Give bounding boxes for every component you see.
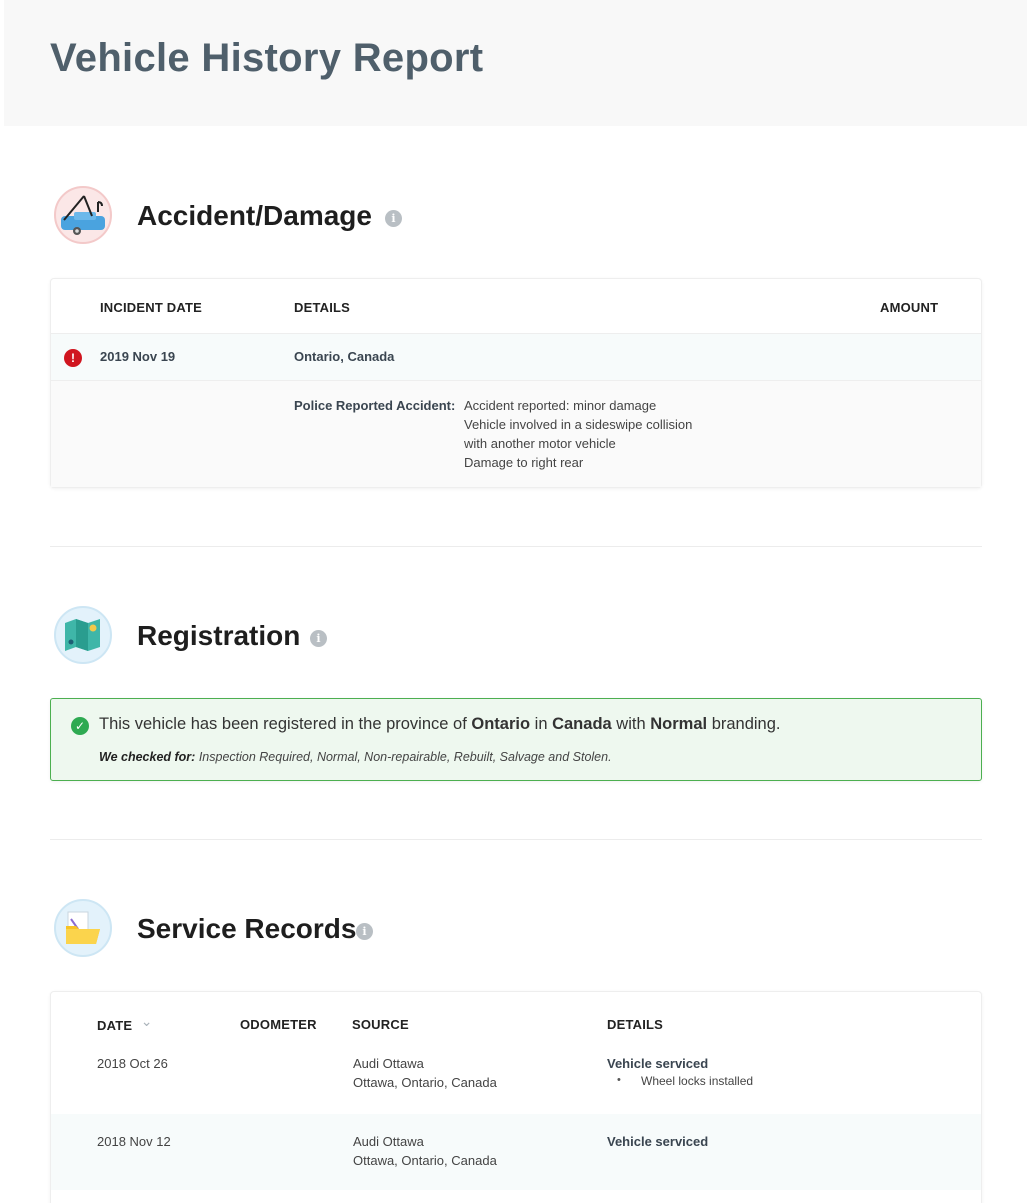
column-header-incident-date: INCIDENT DATE — [100, 300, 203, 315]
page-title: Vehicle History Report — [50, 36, 484, 80]
service-date: 2018 Oct 26 — [97, 1056, 168, 1071]
registration-status-box: ✓ This vehicle has been registered in th… — [50, 698, 982, 781]
detail-line: Damage to right rear — [464, 455, 584, 470]
message-in: in — [534, 715, 548, 733]
message-with: with — [616, 715, 646, 733]
column-header-date: DATE — [97, 1018, 133, 1033]
registration-message: This vehicle has been registered in the … — [99, 715, 781, 734]
checked-label: We checked for: — [99, 750, 196, 764]
detail-line: with another motor vehicle — [464, 436, 616, 451]
detail-line: Vehicle involved in a sideswipe collisio… — [464, 417, 693, 432]
province: Ontario — [471, 715, 531, 733]
detail-label: Police Reported Accident: — [294, 398, 456, 413]
source-name: Audi Ottawa — [353, 1134, 424, 1149]
source-location: Ottawa, Ontario, Canada — [353, 1153, 497, 1168]
accident-row: ! 2019 Nov 19 Ontario, Canada — [51, 333, 981, 381]
accident-info-icon[interactable]: i — [385, 210, 402, 227]
section-divider — [50, 546, 982, 547]
map-icon — [54, 606, 112, 664]
checked-for-note: We checked for: Inspection Required, Nor… — [99, 750, 612, 764]
branding: Normal — [650, 715, 708, 733]
column-header-details: DETAILS — [607, 1017, 664, 1032]
checked-list: Inspection Required, Normal, Non-repaira… — [198, 750, 612, 764]
section-divider — [50, 839, 982, 840]
column-header-amount: AMOUNT — [880, 300, 939, 315]
registration-info-icon[interactable]: i — [310, 630, 327, 647]
detail-line: Accident reported: minor damage — [464, 398, 657, 413]
service-record-row: 2018 Nov 12 Audi Ottawa Ottawa, Ontario,… — [51, 1114, 981, 1190]
service-detail-title: Vehicle serviced — [607, 1134, 709, 1149]
message-prefix: This vehicle has been registered in the … — [99, 715, 467, 733]
sort-by-date-header[interactable]: DATE ⌄ — [97, 1013, 152, 1035]
message-suffix: branding. — [711, 715, 781, 733]
accident-table: INCIDENT DATE DETAILS AMOUNT ! 2019 Nov … — [50, 278, 982, 488]
column-header-source: SOURCE — [352, 1017, 409, 1032]
alert-icon: ! — [64, 349, 82, 367]
service-detail-item: Wheel locks installed — [641, 1074, 754, 1088]
chevron-down-icon: ⌄ — [140, 1013, 153, 1029]
column-header-details: DETAILS — [294, 300, 351, 315]
incident-location: Ontario, Canada — [294, 349, 395, 364]
folder-icon — [54, 899, 112, 957]
service-info-icon[interactable]: i — [356, 923, 373, 940]
accident-section-title: Accident/Damage — [137, 200, 372, 231]
service-records-table: DATE ⌄ ODOMETER SOURCE DETAILS 2018 Oct … — [50, 991, 982, 1203]
tow-truck-icon — [54, 186, 112, 244]
incident-date: 2019 Nov 19 — [100, 349, 176, 364]
source-name: Audi Ottawa — [353, 1056, 424, 1071]
service-section-title: Service Records — [137, 913, 357, 944]
service-detail-title: Vehicle serviced — [607, 1056, 709, 1071]
source-location: Ottawa, Ontario, Canada — [353, 1075, 497, 1090]
registration-section-title: Registration — [137, 620, 301, 651]
column-header-odometer: ODOMETER — [240, 1017, 317, 1032]
country: Canada — [552, 715, 612, 733]
accident-detail-row: Police Reported Accident: Accident repor… — [51, 381, 981, 487]
service-date: 2018 Nov 12 — [97, 1134, 171, 1149]
service-record-row: 2018 Oct 26 Audi Ottawa Ottawa, Ontario,… — [51, 1052, 981, 1114]
check-circle-icon: ✓ — [71, 717, 89, 735]
bullet: • — [617, 1074, 621, 1086]
